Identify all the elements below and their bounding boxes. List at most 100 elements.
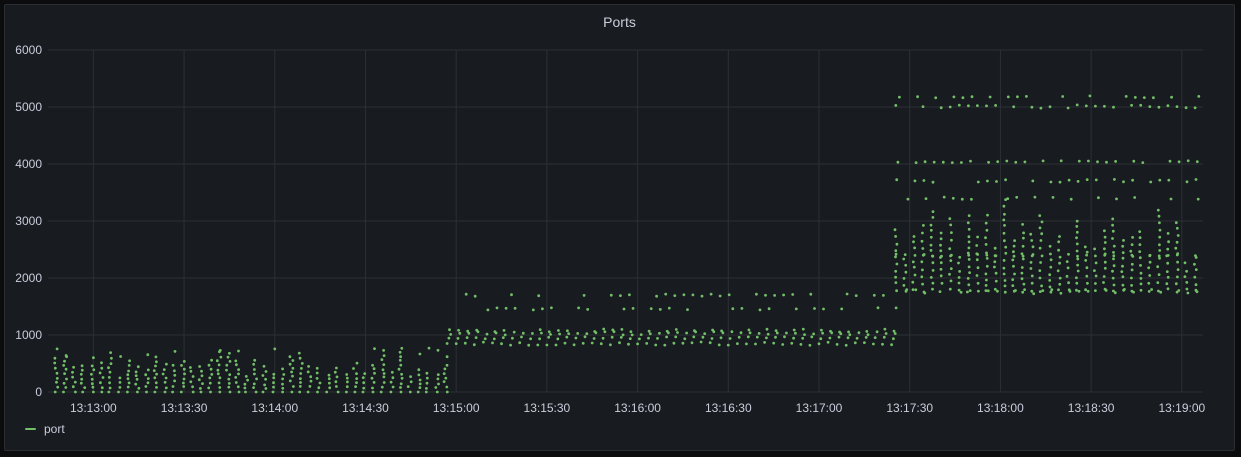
data-point [442, 372, 446, 375]
data-point [1076, 269, 1080, 273]
data-point [950, 231, 953, 235]
data-point [896, 160, 900, 164]
data-point [630, 333, 634, 337]
data-point [863, 341, 866, 344]
data-point [183, 372, 186, 376]
data-point [491, 341, 494, 345]
data-point [109, 362, 113, 365]
data-point [948, 105, 952, 109]
data-point [466, 329, 470, 333]
data-point [152, 369, 156, 372]
data-point [966, 277, 970, 280]
x-tick-label: 13:17:00 [796, 401, 843, 415]
data-point [1130, 284, 1133, 287]
data-point [417, 373, 421, 377]
data-point [627, 342, 630, 346]
data-point [333, 370, 337, 374]
data-point [291, 366, 295, 370]
y-tick-label: 5000 [15, 100, 42, 114]
data-point [931, 210, 935, 214]
data-point [1039, 106, 1043, 110]
data-point [636, 342, 639, 346]
data-point [162, 368, 166, 371]
data-point [406, 385, 410, 388]
data-point [845, 292, 849, 296]
data-point [225, 363, 229, 367]
data-point [1058, 261, 1061, 265]
data-point [518, 341, 522, 345]
data-point [1003, 290, 1007, 294]
data-point [63, 359, 66, 363]
data-point [346, 380, 349, 384]
data-point [949, 259, 953, 262]
data-point [234, 376, 238, 379]
data-point [658, 331, 661, 335]
data-point [100, 361, 103, 365]
data-point [884, 332, 888, 335]
data-point [1038, 226, 1042, 230]
data-point [1022, 231, 1025, 235]
data-point [894, 306, 898, 310]
data-point [1113, 178, 1116, 181]
data-point [948, 247, 952, 251]
data-point [512, 330, 516, 334]
data-point [894, 235, 897, 238]
data-point [583, 335, 587, 339]
legend-label[interactable]: port [44, 422, 65, 436]
data-point [922, 179, 926, 182]
data-point [1186, 291, 1190, 295]
data-point [912, 265, 916, 269]
y-tick-label: 3000 [15, 214, 42, 228]
data-point [921, 231, 924, 235]
data-point [904, 263, 908, 267]
data-point [281, 367, 284, 371]
data-point [227, 382, 231, 385]
data-point [923, 160, 927, 164]
data-point [803, 333, 806, 336]
data-point [427, 346, 431, 350]
data-point [1057, 288, 1060, 292]
data-point [895, 242, 899, 246]
data-point [1061, 95, 1065, 98]
data-point [355, 381, 358, 384]
data-point [1166, 232, 1170, 235]
data-point [731, 307, 735, 311]
data-point [1075, 288, 1078, 292]
data-point [254, 390, 258, 394]
data-point [1067, 178, 1071, 182]
data-point [474, 336, 478, 339]
data-point [291, 359, 295, 362]
data-point [297, 351, 301, 355]
legend[interactable]: port [25, 422, 65, 436]
data-point [993, 260, 997, 264]
data-point [391, 385, 395, 389]
data-point [950, 161, 954, 165]
data-point [985, 104, 988, 108]
data-point [436, 348, 440, 352]
data-point [1050, 288, 1054, 292]
data-point [472, 343, 476, 347]
data-point [1194, 254, 1197, 257]
data-point [904, 270, 908, 274]
data-point [445, 385, 449, 389]
data-point [352, 367, 355, 370]
data-point [794, 307, 798, 311]
data-point [1049, 265, 1053, 269]
data-point [898, 95, 901, 99]
data-point [1057, 240, 1061, 244]
data-point [929, 276, 933, 279]
data-point [80, 377, 84, 381]
data-point [865, 330, 869, 333]
data-point [315, 371, 319, 375]
scatter-plot[interactable]: 0100020003000400050006000 13:13:00 13:13:… [0, 0, 1241, 457]
data-point [1076, 263, 1079, 267]
data-point [1012, 105, 1016, 109]
data-point [91, 385, 95, 389]
data-point [171, 390, 175, 394]
data-point [464, 292, 468, 296]
data-point [1111, 276, 1115, 280]
data-point [648, 332, 652, 336]
data-point [541, 307, 544, 311]
data-point [391, 376, 395, 380]
data-point [457, 328, 460, 332]
